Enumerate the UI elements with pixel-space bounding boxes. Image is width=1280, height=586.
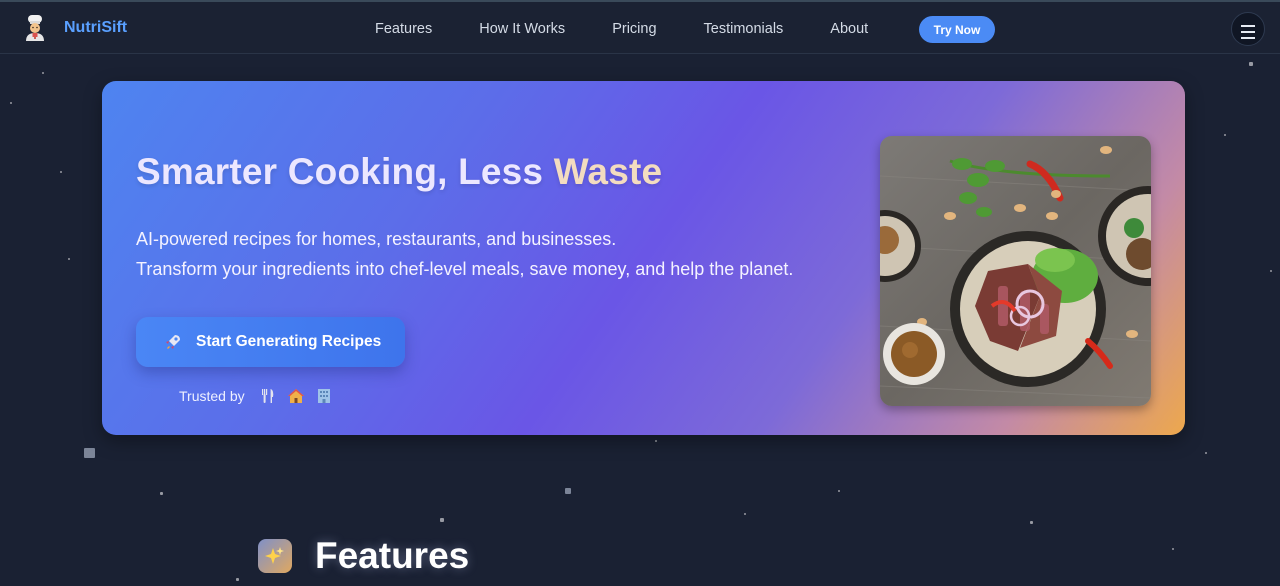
fork-knife-icon (261, 389, 273, 403)
hero-title: Smarter Cooking, Less Waste (136, 151, 662, 193)
hero-description-line-2: Transform your ingredients into chef-lev… (136, 259, 794, 279)
hamburger-menu-icon[interactable] (1231, 12, 1265, 46)
chef-icon (26, 15, 44, 41)
features-section-heading: Features (258, 535, 469, 577)
rocket-icon (166, 335, 180, 349)
nav-link-features[interactable]: Features (375, 19, 432, 39)
steak-salad-bowls-photo (880, 136, 1151, 406)
top-navbar: NutriSift Features How It Works Pricing … (0, 0, 1280, 54)
cta-label: Start Generating Recipes (196, 333, 382, 350)
hero-description-line-1: AI-powered recipes for homes, restaurant… (136, 229, 617, 249)
hero-title-main: Smarter Cooking, Less (136, 151, 554, 192)
hero-title-accent: Waste (553, 151, 663, 192)
house-icon (287, 389, 304, 403)
features-title: Features (315, 535, 470, 576)
office-building-icon (317, 389, 330, 403)
start-generating-recipes-button[interactable]: Start Generating Recipes (136, 317, 405, 367)
hero-banner: Smarter Cooking, Less Waste AI-powered r… (102, 81, 1185, 435)
try-now-button[interactable]: Try Now (919, 16, 995, 43)
trusted-by-row: Trusted by (179, 387, 343, 405)
hero-description: AI-powered recipes for homes, restaurant… (136, 224, 793, 284)
brand-logo[interactable]: NutriSift (22, 14, 127, 42)
sparkles-icon (258, 539, 292, 573)
nav-link-testimonials[interactable]: Testimonials (704, 19, 784, 39)
nav-link-how-it-works[interactable]: How It Works (479, 19, 565, 39)
nav-links: Features How It Works Pricing Testimonia… (375, 19, 915, 39)
nav-link-about[interactable]: About (830, 19, 868, 39)
trusted-by-label: Trusted by (179, 388, 245, 404)
brand-name: NutriSift (64, 19, 128, 36)
nav-link-pricing[interactable]: Pricing (612, 19, 656, 39)
